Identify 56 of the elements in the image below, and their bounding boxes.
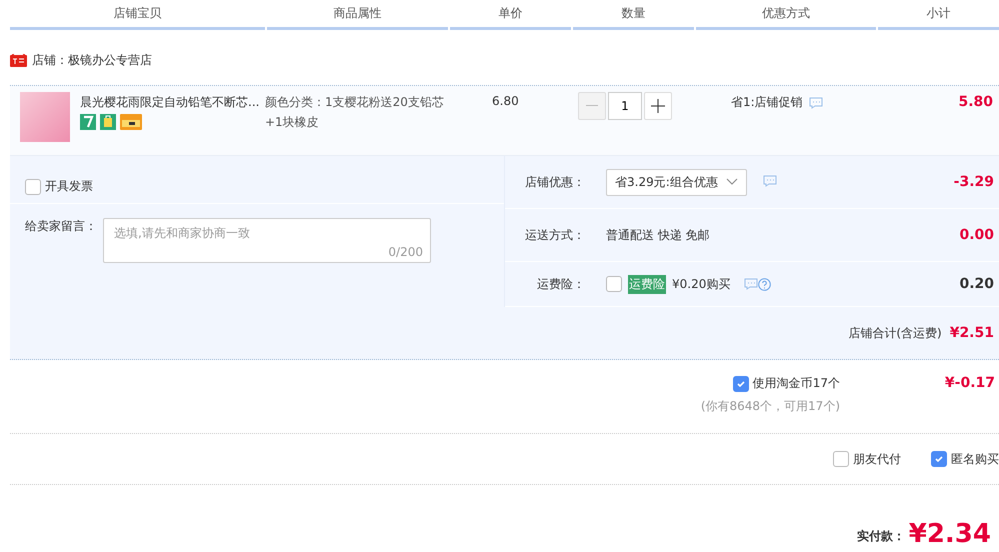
fee-amount: 0.00 bbox=[959, 227, 995, 243]
coins-note: (你有8648个，可用17个) bbox=[700, 398, 840, 415]
coins-label: 使用淘金币17个 bbox=[752, 375, 840, 392]
bag-icon bbox=[100, 114, 116, 130]
minus-icon bbox=[586, 105, 598, 107]
quantity-field[interactable]: 1 bbox=[608, 92, 642, 120]
discount-select[interactable]: 省3.29元:组合优惠 bbox=[606, 168, 747, 196]
chat-bubble-icon[interactable] bbox=[808, 96, 823, 108]
fee-label: 店铺优惠： bbox=[524, 174, 585, 190]
option-label: 朋友代付 bbox=[853, 450, 901, 468]
checkbox[interactable] bbox=[732, 376, 749, 392]
product-attributes: 颜色分类：1支樱花粉送20支铅芯+1块橡皮 bbox=[265, 94, 445, 131]
decrease-button[interactable] bbox=[578, 92, 606, 120]
column-header: 数量 bbox=[573, 0, 694, 30]
card-icon bbox=[120, 114, 142, 130]
checkbox[interactable] bbox=[931, 451, 947, 467]
column-header: 优惠方式 bbox=[696, 0, 876, 30]
fee-label: 运送方式： bbox=[524, 226, 585, 244]
column-header: 商品属性 bbox=[267, 0, 448, 30]
shop-logo-icon bbox=[10, 54, 27, 67]
option-label: 匿名购买 bbox=[951, 450, 999, 468]
invoice-label: 开具发票 bbox=[45, 178, 93, 195]
check-icon bbox=[934, 454, 944, 464]
fee-amount: -3.29 bbox=[954, 174, 995, 190]
promotion-text: 省1:店铺促销 bbox=[731, 94, 803, 111]
seven-day-icon bbox=[80, 114, 96, 130]
increase-button[interactable] bbox=[644, 92, 672, 120]
plus-icon bbox=[651, 99, 665, 113]
shop-name[interactable]: 店铺：极镜办公专营店 bbox=[32, 52, 152, 69]
unit-price: 6.80 bbox=[492, 94, 519, 108]
chevron-down-icon bbox=[726, 178, 738, 186]
shop-total-label: 店铺合计(含运费) bbox=[848, 324, 942, 342]
column-header: 单价 bbox=[450, 0, 571, 30]
character-counter: 0/200 bbox=[388, 245, 423, 259]
chat-bubble-icon[interactable] bbox=[762, 174, 777, 186]
help-icon[interactable] bbox=[758, 278, 772, 290]
fee-amount: 0.20 bbox=[959, 276, 995, 292]
fee-label: 运费险： bbox=[536, 276, 585, 292]
payment-amount: ¥2.34 bbox=[908, 519, 991, 549]
coins-amount: ¥-0.17 bbox=[944, 375, 995, 393]
check-icon bbox=[736, 378, 746, 388]
photo-placeholder[interactable] bbox=[20, 92, 70, 142]
shipping-method: 普通配送 快递 免邮 bbox=[606, 226, 710, 244]
checkbox[interactable] bbox=[833, 451, 849, 467]
checkbox[interactable] bbox=[25, 178, 41, 194]
message-label: 给卖家留言： bbox=[25, 218, 97, 235]
column-header: 店铺宝贝 bbox=[10, 0, 265, 30]
insurance-tag: 运费险 bbox=[628, 274, 666, 294]
payment-label: 实付款： bbox=[856, 528, 905, 545]
product-title[interactable]: 晨光樱花雨限定自动铅笔不断芯... bbox=[80, 94, 260, 111]
column-header: 小计 bbox=[878, 0, 999, 30]
subtotal: 5.80 bbox=[957, 94, 994, 112]
checkbox[interactable] bbox=[606, 276, 622, 292]
insurance-price: ¥0.20购买 bbox=[672, 276, 730, 292]
chat-bubble-icon[interactable] bbox=[744, 278, 758, 290]
shop-total-amount: ¥2.51 bbox=[950, 325, 994, 341]
